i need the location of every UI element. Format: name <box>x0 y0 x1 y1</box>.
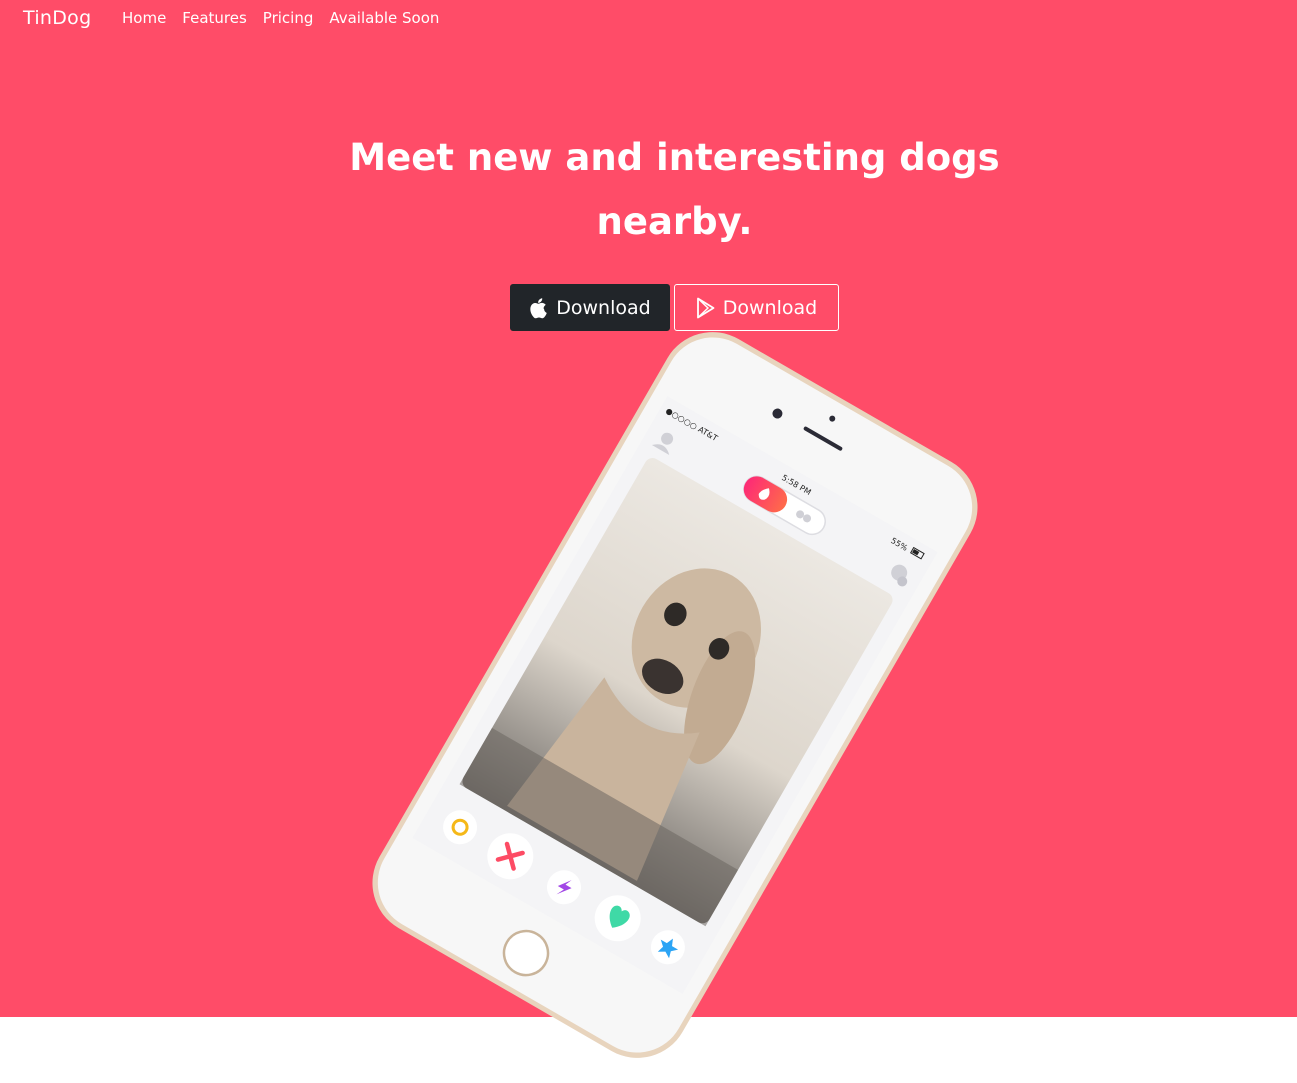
google-play-download-label: Download <box>722 296 818 319</box>
apple-icon <box>529 297 549 319</box>
brand-logo[interactable]: TinDog <box>23 7 91 29</box>
hero-headline: Meet new and interesting dogs nearby. <box>349 136 1000 243</box>
apple-download-label: Download <box>556 296 651 319</box>
nav-links: Home Features Pricing Available Soon <box>122 9 439 27</box>
nav-link-features[interactable]: Features <box>182 9 247 27</box>
google-play-download-button[interactable]: Download <box>674 284 839 331</box>
hero-section: TinDog Home Features Pricing Available S… <box>0 0 1297 1017</box>
google-play-icon <box>696 297 716 319</box>
nav-link-home[interactable]: Home <box>122 9 166 27</box>
navbar: TinDog Home Features Pricing Available S… <box>0 0 1297 38</box>
apple-download-button[interactable]: Download <box>510 284 670 331</box>
nav-link-pricing[interactable]: Pricing <box>263 9 314 27</box>
nav-link-available-soon[interactable]: Available Soon <box>329 9 439 27</box>
